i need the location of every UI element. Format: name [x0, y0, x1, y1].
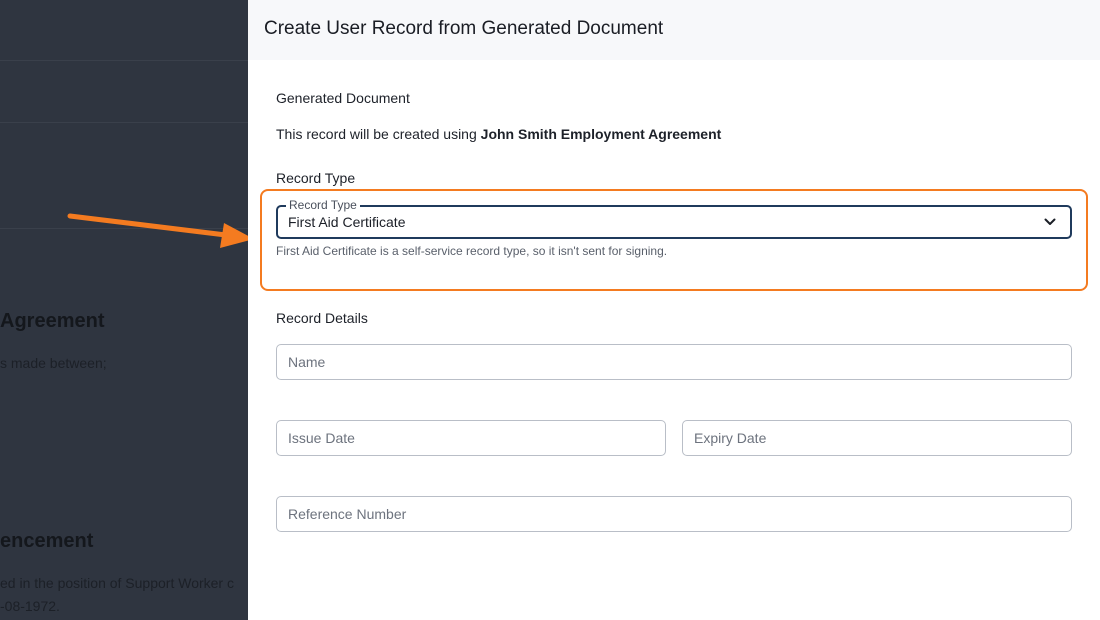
record-type-helper-text: First Aid Certificate is a self-service … [276, 244, 668, 258]
bg-text: s made between; [0, 355, 107, 371]
record-details-section-label: Record Details [276, 310, 368, 326]
expiry-date-placeholder: Expiry Date [694, 430, 767, 446]
reference-number-placeholder: Reference Number [288, 506, 407, 522]
document-name: John Smith Employment Agreement [480, 126, 722, 142]
sentence-prefix: This record will be created using [276, 126, 481, 142]
divider [0, 60, 248, 61]
generated-document-label: Generated Document [276, 90, 410, 106]
drawer-title: Create User Record from Generated Docume… [264, 18, 664, 39]
name-input[interactable]: Name [276, 344, 1072, 380]
annotation-arrow-icon [67, 213, 254, 248]
generated-document-sentence: This record will be created using John S… [276, 126, 721, 142]
background-document: Agreement s made between; encement ed in… [0, 0, 248, 620]
create-record-drawer: Create User Record from Generated Docume… [248, 0, 1100, 620]
divider [0, 122, 248, 123]
record-type-selected-value: First Aid Certificate [288, 214, 406, 230]
reference-number-input[interactable]: Reference Number [276, 496, 1072, 532]
record-type-select[interactable]: Record Type First Aid Certificate [276, 198, 1072, 239]
record-type-section-label: Record Type [276, 170, 356, 186]
issue-date-input[interactable]: Issue Date [276, 420, 666, 456]
bg-heading-commencement: encement [0, 530, 94, 552]
chevron-down-icon[interactable] [1044, 216, 1056, 228]
record-type-field-label: Record Type [286, 198, 360, 212]
drawer-header: Create User Record from Generated Docume… [248, 0, 1100, 60]
bg-text: -08-1972. [0, 598, 60, 614]
issue-date-placeholder: Issue Date [288, 430, 355, 446]
bg-heading-agreement: Agreement [0, 310, 105, 332]
name-placeholder: Name [288, 354, 326, 370]
expiry-date-input[interactable]: Expiry Date [682, 420, 1072, 456]
bg-text: ed in the position of Support Worker c [0, 575, 234, 591]
